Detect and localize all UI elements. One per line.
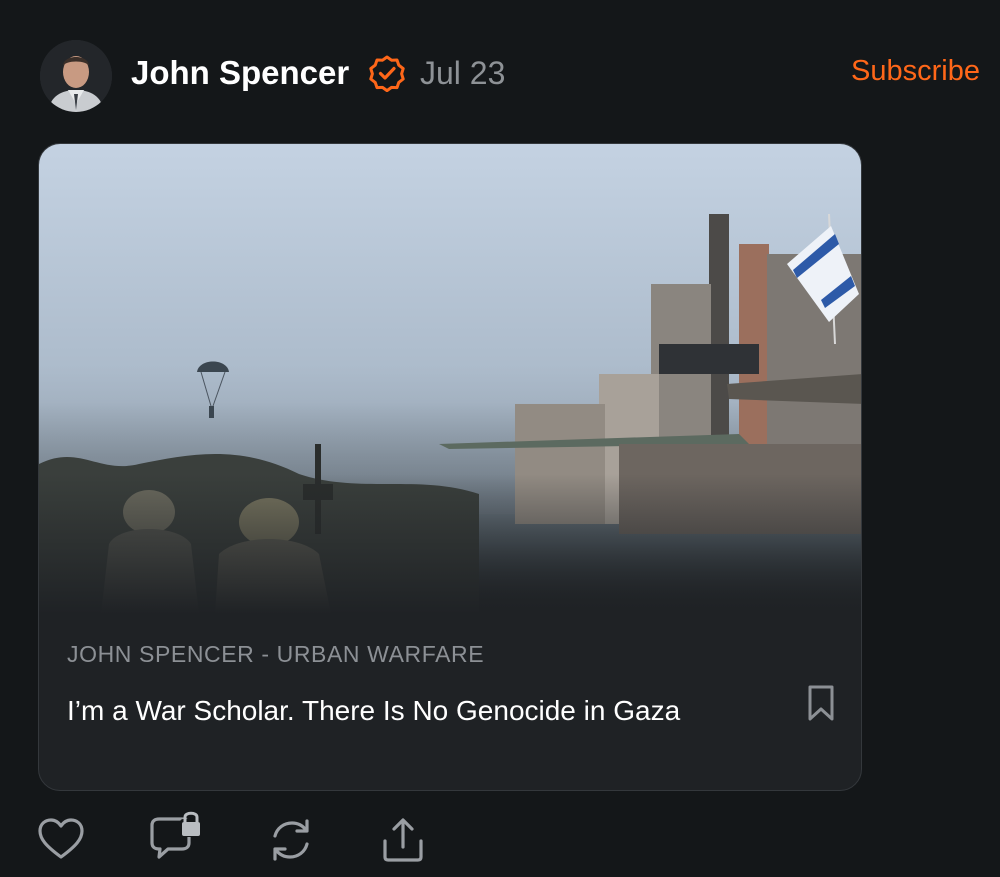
publication-name: JOHN SPENCER - URBAN WARFARE: [67, 641, 485, 667]
comment-locked-icon[interactable]: [146, 805, 206, 865]
restack-icon[interactable]: [266, 815, 316, 865]
verified-badge-icon: [369, 55, 405, 92]
share-icon[interactable]: [378, 815, 428, 865]
heart-icon[interactable]: [36, 815, 86, 865]
avatar[interactable]: [40, 40, 112, 112]
article-image: [39, 144, 861, 614]
article-title[interactable]: I’m a War Scholar. There Is No Genocide …: [67, 692, 687, 729]
subscribe-button[interactable]: Subscribe: [851, 55, 980, 88]
post-header: John Spencer Jul 23 Subscribe: [40, 40, 980, 116]
article-card[interactable]: JOHN SPENCER - URBAN WARFARE I’m a War S…: [38, 143, 862, 791]
post: John Spencer Jul 23 Subscribe JOHN SPENC…: [0, 0, 1000, 877]
post-date: Jul 23: [420, 55, 506, 91]
author-name[interactable]: John Spencer: [131, 54, 349, 92]
bookmark-icon[interactable]: [806, 684, 836, 722]
